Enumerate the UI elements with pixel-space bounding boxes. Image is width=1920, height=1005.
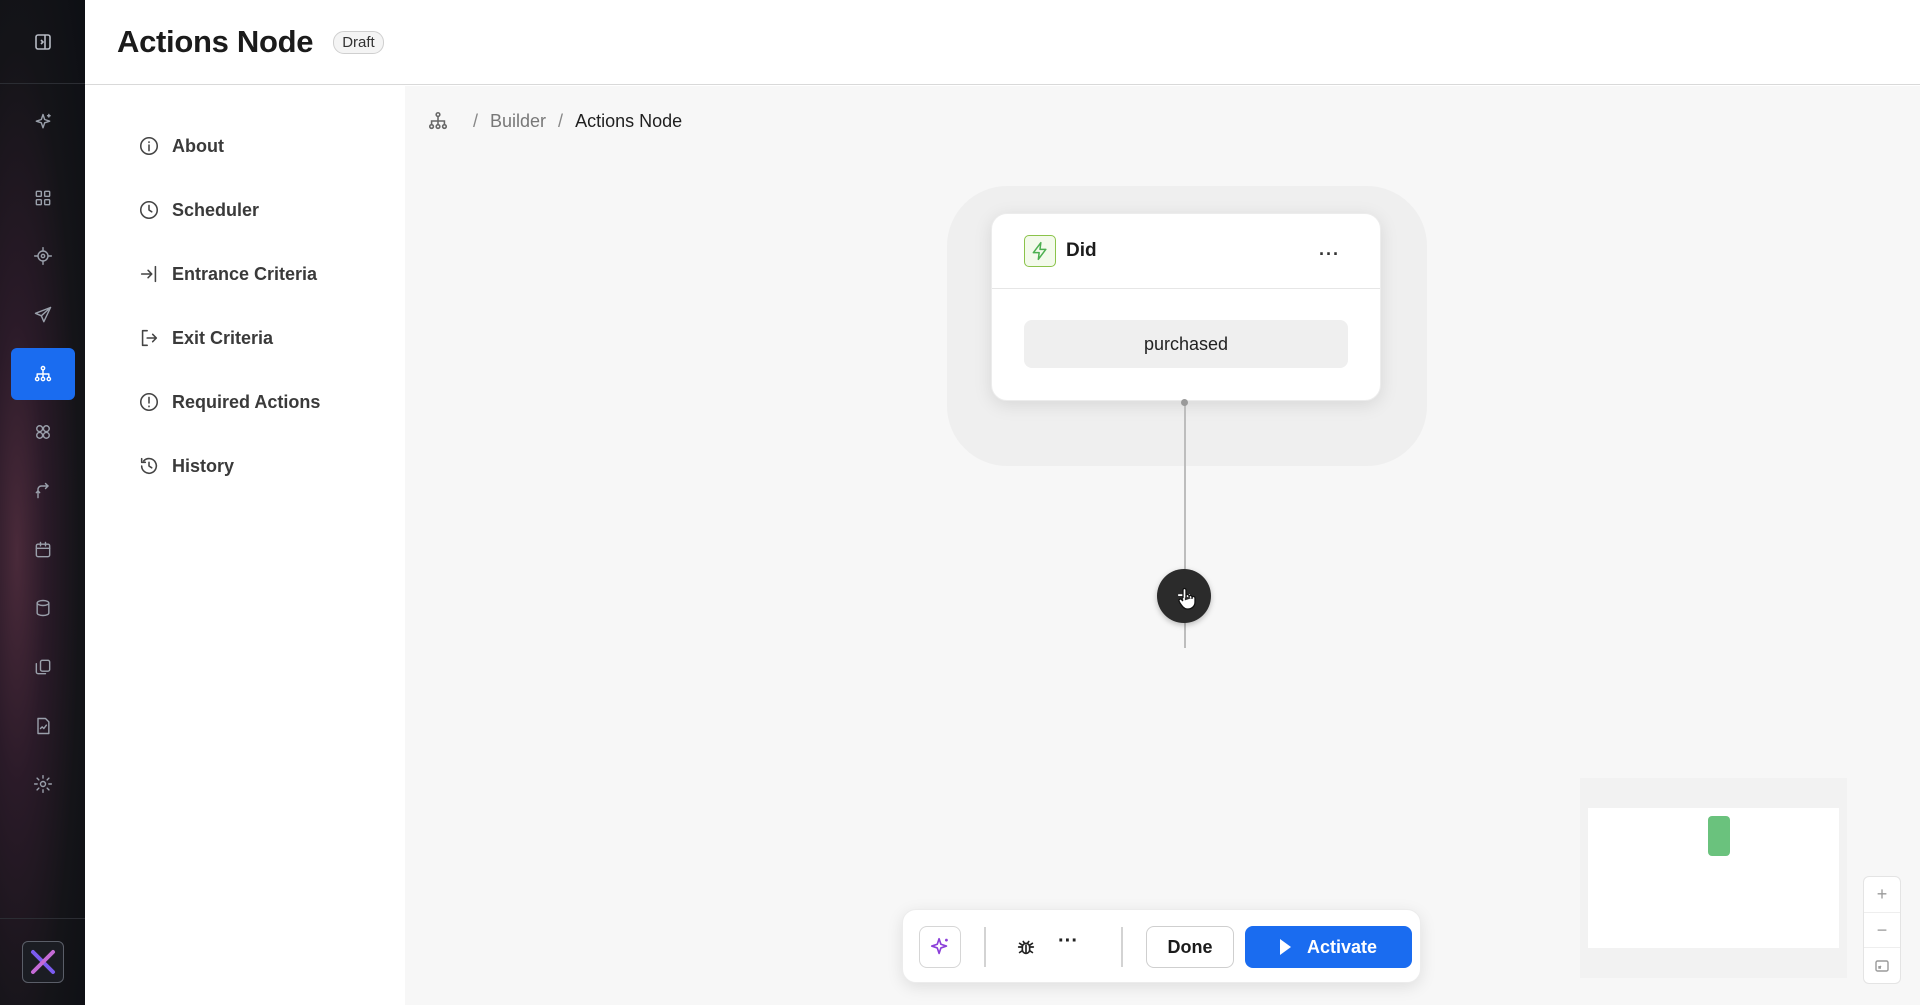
flow-icon: [34, 365, 52, 382]
exit-icon: [141, 329, 158, 347]
clock-icon: [139, 200, 159, 220]
node-type-badge: [1024, 235, 1056, 267]
node-title: Did: [1066, 240, 1097, 261]
rail-brand: [0, 918, 85, 1005]
hand-cursor-icon: [1178, 587, 1196, 610]
menu-item-required-actions[interactable]: Required Actions: [85, 370, 405, 434]
rail-toggle[interactable]: [0, 0, 85, 84]
send-icon: [34, 306, 52, 323]
zoom-controls: + −: [1863, 876, 1901, 984]
node-header: Did ···: [992, 214, 1380, 289]
sparkle-icon: [35, 113, 51, 129]
grid-icon: [35, 190, 51, 206]
rail-item-send[interactable]: [11, 289, 75, 341]
brand-logo[interactable]: [21, 941, 64, 983]
fit-view-icon: [1875, 959, 1889, 972]
rail-item-calendar[interactable]: [11, 524, 75, 576]
brand-logo-icon: [30, 950, 55, 974]
menu-item-label: Required Actions: [172, 391, 321, 412]
calendar-icon: [35, 541, 51, 558]
toolbar-divider: [1121, 927, 1123, 967]
rail-item-apps[interactable]: [11, 406, 75, 458]
ai-assistant-button[interactable]: [919, 926, 961, 968]
done-button[interactable]: Done: [1146, 926, 1234, 968]
minimap[interactable]: [1580, 778, 1847, 978]
copy-icon: [35, 659, 51, 675]
rail-item-dashboard[interactable]: [11, 172, 75, 224]
flow-canvas[interactable]: / Builder / Actions Node Did ··· purchas…: [405, 86, 1920, 1005]
menu-item-history[interactable]: History: [85, 434, 405, 498]
edge-handle[interactable]: [1181, 399, 1188, 406]
lightning-icon: [1032, 241, 1047, 261]
menu-item-label: History: [172, 455, 235, 476]
minimap-node: [1708, 816, 1730, 856]
rail-item-templates[interactable]: [11, 641, 75, 693]
alert-icon: [139, 392, 159, 412]
menu-item-scheduler[interactable]: Scheduler: [85, 178, 405, 242]
breadcrumb-current: Actions Node: [575, 110, 683, 131]
menu-item-about[interactable]: About: [85, 114, 405, 178]
breadcrumb: / Builder / Actions Node: [427, 110, 682, 132]
page-title: Actions Node: [117, 24, 314, 59]
breadcrumb-separator: /: [558, 110, 564, 131]
rail-item-flows[interactable]: [11, 348, 75, 400]
zoom-out-button[interactable]: −: [1864, 913, 1900, 949]
enter-icon: [140, 265, 157, 283]
menu-item-label: About: [172, 135, 224, 156]
menu-item-label: Entrance Criteria: [172, 263, 318, 284]
trigger-node[interactable]: Did ··· purchased: [991, 213, 1381, 401]
settings-icon: [33, 774, 53, 794]
node-more-button[interactable]: ···: [1319, 244, 1340, 265]
target-icon: [33, 246, 53, 266]
rail-item-reports[interactable]: [11, 700, 75, 752]
debug-button[interactable]: [1010, 931, 1042, 963]
page-header: Actions Node Draft: [85, 0, 1920, 85]
bug-icon: [1017, 940, 1035, 955]
node-event-value[interactable]: purchased: [1024, 320, 1348, 368]
rail-item-data[interactable]: [11, 582, 75, 634]
sparkle-icon: [930, 937, 948, 955]
database-icon: [36, 599, 50, 617]
report-icon: [37, 717, 50, 735]
rail-item-settings[interactable]: [11, 758, 75, 810]
history-icon: [140, 457, 158, 475]
minimap-viewport: [1588, 808, 1839, 948]
rail-item-ai[interactable]: [11, 96, 75, 148]
rail-item-journeys[interactable]: [11, 465, 75, 517]
info-icon: [139, 136, 159, 156]
fit-view-button[interactable]: [1864, 948, 1900, 983]
play-icon: [1279, 939, 1291, 955]
toolbar-more-button[interactable]: ···: [1058, 930, 1078, 953]
activate-label: Activate: [1306, 936, 1378, 957]
activate-button[interactable]: Activate: [1245, 926, 1412, 968]
breadcrumb-builder-link[interactable]: Builder: [490, 111, 546, 132]
apps-icon: [36, 425, 50, 439]
status-badge: Draft: [333, 30, 384, 54]
bottom-toolbar: ··· Done Activate: [902, 909, 1421, 983]
breadcrumb-separator: /: [473, 110, 479, 131]
menu-item-label: Exit Criteria: [172, 327, 274, 348]
journey-icon: [35, 482, 49, 499]
zoom-in-button[interactable]: +: [1864, 877, 1900, 913]
left-rail: [0, 0, 85, 1005]
menu-item-entrance-criteria[interactable]: Entrance Criteria: [85, 242, 405, 306]
settings-menu: About Scheduler Entrance Criteria Exit C…: [85, 86, 405, 1005]
toolbar-divider: [984, 927, 986, 967]
menu-item-exit-criteria[interactable]: Exit Criteria: [85, 306, 405, 370]
menu-item-label: Scheduler: [172, 199, 260, 220]
sidebar-toggle-icon: [34, 33, 51, 50]
rail-item-targets[interactable]: [11, 230, 75, 282]
flow-icon: [428, 111, 448, 130]
